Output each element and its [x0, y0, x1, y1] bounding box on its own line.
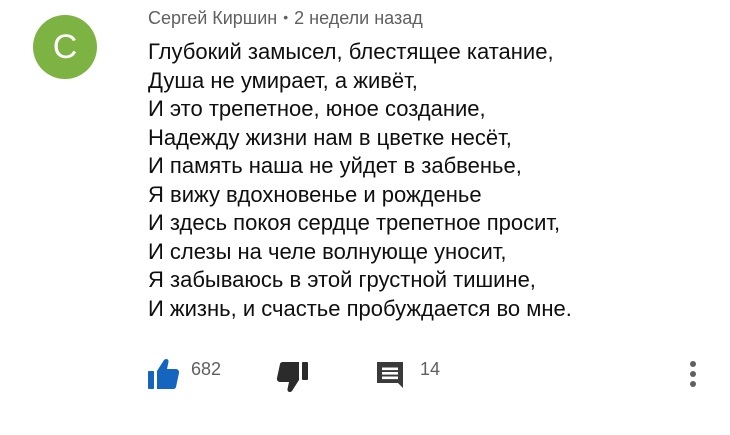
more-options-button[interactable]: [683, 356, 703, 392]
comment-line: Я вижу вдохновенье и рожденье: [148, 181, 482, 207]
comment-line: И это трепетное, юное создание,: [148, 96, 486, 121]
comment-line: И здесь покоя сердце трепетное просит,: [148, 210, 561, 235]
comment-actions: 682 14: [0, 348, 730, 398]
comment-icon: [377, 362, 403, 388]
thumbs-down-icon: [276, 362, 308, 393]
reply-count: 14: [420, 359, 441, 379]
avatar[interactable]: С: [33, 15, 97, 79]
comment-line: Глубокий замысел, блестящее катание,: [148, 39, 554, 64]
comment-line: И память наша не уйдет в забвенье,: [148, 153, 522, 178]
comment-line: Надежду жизни нам в цветке несёт,: [148, 124, 512, 150]
comment-line: И слезы на челе волнующе уносит,: [148, 238, 507, 264]
like-count: 682: [191, 359, 222, 379]
like-button[interactable]: [145, 356, 181, 392]
comment-header: Сергей Киршин • 2 недели назад: [148, 7, 423, 30]
comment-line: Душа не умирает, а живёт,: [148, 67, 418, 93]
separator-dot: •: [283, 9, 289, 25]
author-name[interactable]: Сергей Киршин: [148, 8, 277, 28]
thumbs-up-icon: [148, 358, 180, 389]
comment-line: Я забываюсь в этой грустной тишине,: [148, 267, 536, 292]
comment-time[interactable]: 2 недели назад: [294, 8, 423, 28]
more-vertical-icon: [690, 361, 696, 387]
dislike-button[interactable]: [275, 359, 311, 395]
avatar-letter: С: [52, 28, 78, 66]
reply-button[interactable]: [375, 360, 405, 390]
comment-line: И жизнь, и счастье пробуждается во мне.: [148, 295, 572, 321]
comment-text: Глубокий замысел, блестящее катание, Душ…: [148, 38, 708, 323]
